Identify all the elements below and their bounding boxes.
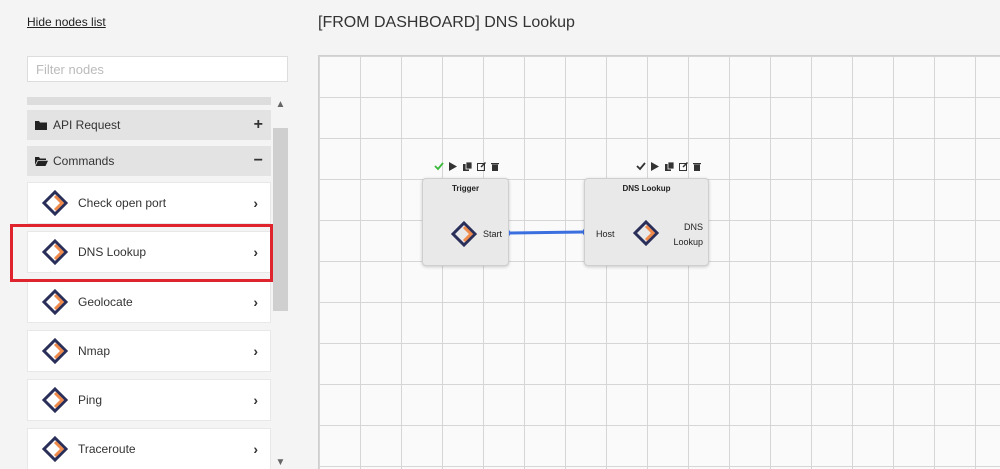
folder-open-icon	[35, 156, 48, 166]
dns-lookup-node[interactable]: DNS Lookup Host DNS Lookup	[584, 178, 709, 266]
node-item-traceroute[interactable]: Traceroute ›	[27, 428, 271, 469]
node-logo-icon	[42, 338, 68, 364]
node-logo-icon	[42, 190, 68, 216]
list-top-edge	[27, 97, 271, 105]
group-label: Commands	[53, 154, 115, 168]
scroll-up-icon[interactable]: ▲	[272, 99, 289, 110]
node-logo-icon	[42, 289, 68, 315]
chevron-right-icon: ›	[253, 441, 258, 457]
node-item-label: DNS Lookup	[78, 245, 147, 259]
scroll-down-icon[interactable]: ▼	[272, 457, 289, 468]
node-item-dns-lookup[interactable]: DNS Lookup ›	[27, 231, 271, 273]
chevron-right-icon: ›	[253, 392, 258, 408]
chevron-right-icon: ›	[253, 294, 258, 310]
node-item-label: Nmap	[78, 344, 111, 358]
node-label: DNS Lookup	[673, 220, 703, 250]
copy-icon[interactable]	[664, 161, 674, 171]
chevron-right-icon: ›	[253, 244, 258, 260]
node-item-label: Geolocate	[78, 295, 133, 309]
dns-node-toolbar	[636, 161, 702, 171]
node-title: DNS Lookup	[622, 184, 671, 193]
node-item-geolocate[interactable]: Geolocate ›	[27, 281, 271, 323]
play-icon[interactable]	[650, 161, 660, 171]
collapse-icon[interactable]: −	[254, 152, 263, 170]
trash-icon[interactable]	[692, 161, 702, 171]
input-port-label: Host	[596, 229, 615, 239]
node-logo-icon	[42, 436, 68, 462]
page-title: [FROM DASHBOARD] DNS Lookup	[318, 14, 575, 31]
node-logo-icon	[632, 219, 660, 247]
chevron-right-icon: ›	[253, 343, 258, 359]
scrollbar-thumb[interactable]	[273, 128, 288, 311]
edit-icon[interactable]	[678, 161, 688, 171]
expand-icon[interactable]: +	[254, 116, 263, 134]
node-item-label: Traceroute	[78, 442, 136, 456]
group-commands[interactable]: Commands −	[27, 146, 271, 176]
chevron-right-icon: ›	[253, 195, 258, 211]
group-api-request[interactable]: API Request +	[27, 110, 271, 140]
node-label-line: Lookup	[673, 237, 703, 247]
node-item-label: Ping	[78, 393, 103, 407]
nodes-list: API Request + Commands − Check open port…	[27, 95, 289, 469]
check-icon[interactable]	[636, 161, 646, 171]
group-label: API Request	[53, 118, 121, 132]
folder-icon	[35, 120, 48, 130]
hide-nodes-list-link[interactable]: Hide nodes list	[27, 15, 106, 29]
workflow-canvas[interactable]: Trigger Start DNS Lookup Host DNS Lookup	[318, 55, 1000, 469]
node-item-ping[interactable]: Ping ›	[27, 379, 271, 421]
node-item-check-open-port[interactable]: Check open port ›	[27, 182, 271, 224]
nodes-list-scrollbar[interactable]: ▲ ▼	[272, 95, 289, 469]
node-logo-icon	[42, 387, 68, 413]
node-label-line: DNS	[683, 222, 703, 232]
node-item-label: Check open port	[78, 196, 167, 210]
node-logo-icon	[42, 239, 68, 265]
node-item-nmap[interactable]: Nmap ›	[27, 330, 271, 372]
filter-nodes-input[interactable]	[27, 56, 288, 82]
